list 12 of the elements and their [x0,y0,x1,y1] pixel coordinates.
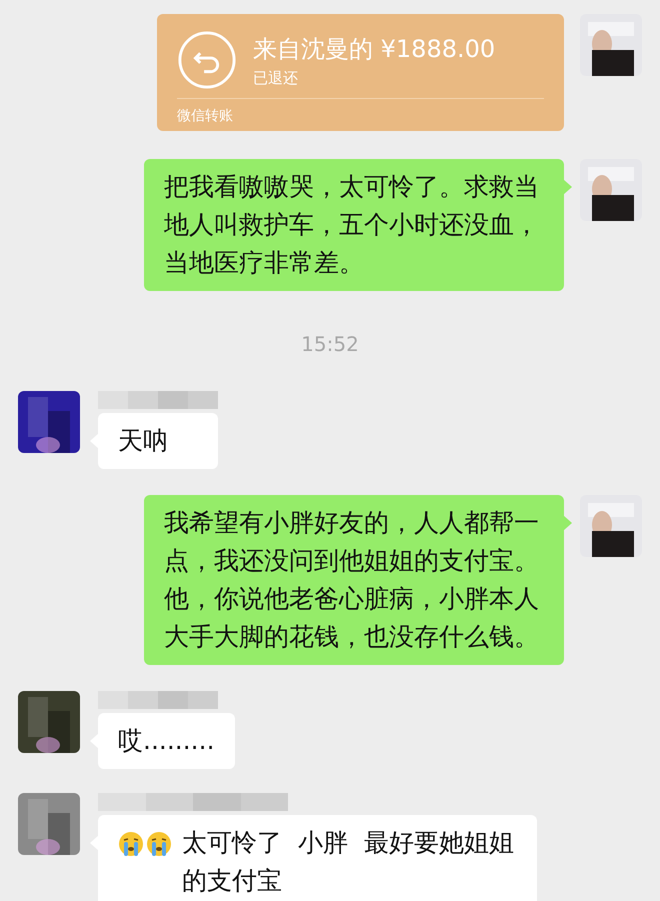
message-text: 把我看嗷嗷哭，太可怜了。求救当地人叫救护车，五个小时还没血，当地医疗非常差。 [164,171,540,279]
crying-face-icon [146,831,172,857]
message-text: 我希望有小胖好友的，人人都帮一点，我还没问到他姐姐的支付宝。他，你说他老爸心脏病，小胖本人大手大脚的花钱，也没存什么钱。 [164,507,540,653]
transfer-label: 微信转账 [177,108,233,124]
message-text: 天呐 [118,425,168,457]
transfer-amount: 来自沈曼的 ¥1888.00 [253,34,496,65]
crying-face-icon [118,831,144,857]
message-text: 太可怜了 小胖 最好要她姐姐的支付宝 [182,827,515,897]
message-text: 哎......... [118,725,215,757]
transfer-card[interactable]: 来自沈曼的 ¥1888.00 已退还 微信转账 [157,14,564,131]
transfer-status: 已退还 [253,68,299,89]
timestamp: 15:52 [301,331,359,358]
